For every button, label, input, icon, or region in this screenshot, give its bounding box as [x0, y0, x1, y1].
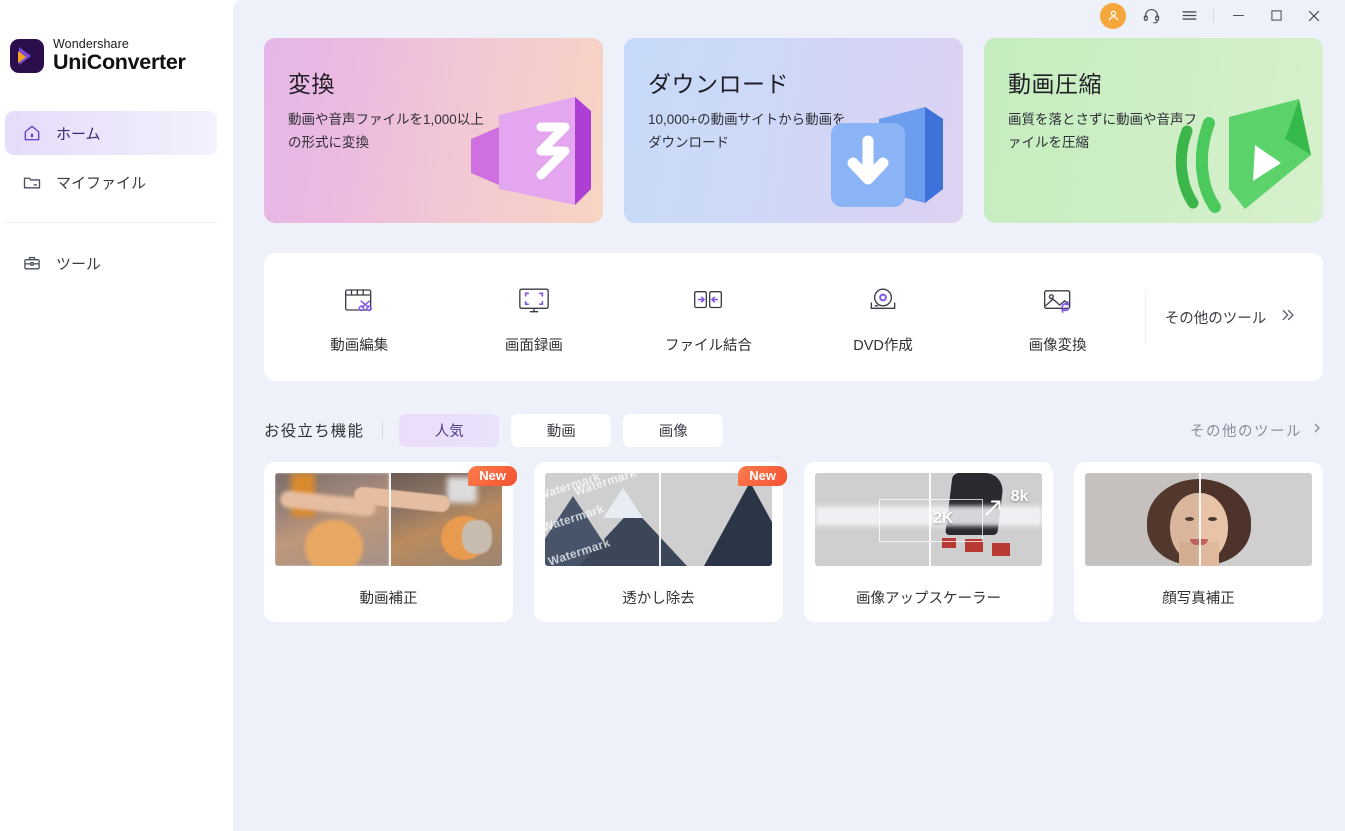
feature-card-label: 画像アップスケーラー	[856, 591, 1001, 607]
hero-card-download[interactable]: ダウンロード 10,000+の動画サイトから動画をダウンロード	[624, 38, 963, 223]
feature-card-watermark-remove[interactable]: New Watermark Watermark Watermark Waterm…	[534, 462, 787, 622]
double-chevron-right-icon	[1278, 306, 1296, 328]
dog-before-after-thumb	[275, 473, 502, 566]
user-avatar-icon[interactable]	[1100, 2, 1126, 29]
tool-dvd-burn[interactable]: DVD作成	[796, 280, 971, 355]
feature-card-label: 顔写真補正	[1162, 591, 1235, 607]
upscale-tag-low: 2K	[933, 510, 954, 528]
tool-video-edit[interactable]: 動画編集	[272, 280, 447, 355]
maximize-icon[interactable]	[1257, 0, 1295, 31]
brand-line2: UniConverter	[53, 49, 186, 74]
tab-image[interactable]: 画像	[623, 413, 724, 447]
video-camera-3d-icon	[471, 97, 591, 205]
titlebar-divider	[1213, 8, 1214, 23]
merge-files-icon	[688, 280, 728, 320]
tab-popular[interactable]: 人気	[399, 413, 500, 447]
toolbox-icon	[21, 252, 43, 274]
tools-panel: 動画編集 画面録画 ファイル結合 DVD作成 画像変換 その他のツール	[264, 253, 1323, 381]
village-upscale-thumb: 2K 8k	[815, 473, 1042, 566]
screen-record-monitor-icon	[514, 280, 554, 320]
sidebar-item-home[interactable]: ホーム	[5, 111, 217, 155]
section-title: お役立ち機能	[264, 423, 365, 440]
brand-logo-block: Wondershare UniConverter	[0, 0, 233, 73]
feature-card-label: 動画補正	[359, 591, 418, 607]
hero-card-compress[interactable]: 動画圧縮 画質を落とさずに動画や音声ファイルを圧縮	[984, 38, 1323, 223]
feature-card-label: 透かし除去	[622, 591, 695, 607]
mountain-watermark-thumb: Watermark Watermark Watermark Watermark	[545, 473, 772, 566]
video-edit-scissors-icon	[339, 280, 379, 320]
image-convert-icon	[1038, 280, 1078, 320]
sidebar-item-label: ホーム	[56, 125, 101, 143]
sidebar-item-myfiles[interactable]: マイファイル	[5, 160, 217, 204]
upscale-tag-high: 8k	[1010, 487, 1029, 505]
more-tools-button[interactable]: その他のツール	[1144, 291, 1315, 343]
app-window: Wondershare UniConverter ホーム マイファイル ツール …	[0, 0, 1345, 831]
uniconverter-logo-icon	[10, 38, 44, 73]
tool-label: 動画編集	[330, 337, 389, 354]
upscale-arrow-icon	[985, 500, 1001, 516]
section-more-tools-link[interactable]: その他のツール	[1190, 420, 1323, 441]
dvd-burn-disc-icon	[863, 280, 903, 320]
support-headset-icon[interactable]	[1132, 0, 1170, 31]
hero-card-convert[interactable]: 変換 動画や音声ファイルを1,000以上の形式に変換	[264, 38, 603, 223]
section-more-label: その他のツール	[1190, 423, 1302, 440]
sidebar-item-tools[interactable]: ツール	[5, 241, 217, 285]
feature-cards: New 動画補正 New Watermark Watermark Waterma…	[264, 462, 1323, 622]
tool-label: 画像変換	[1028, 337, 1087, 354]
hamburger-menu-icon[interactable]	[1170, 0, 1208, 31]
more-tools-label: その他のツール	[1164, 310, 1267, 327]
sidebar: Wondershare UniConverter ホーム マイファイル ツール	[0, 0, 233, 831]
sidebar-item-label: マイファイル	[56, 174, 147, 192]
tool-label: 画面録画	[504, 337, 563, 354]
sidebar-divider	[5, 222, 217, 223]
features-section-header: お役立ち機能 人気 動画 画像 その他のツール	[264, 413, 1323, 447]
titlebar	[233, 0, 1345, 31]
tool-merge-files[interactable]: ファイル結合	[621, 280, 796, 355]
compress-3d-icon	[1175, 99, 1311, 213]
main-content: 変換 動画や音声ファイルを1,000以上の形式に変換 ダウンロード 10,000…	[233, 0, 1345, 831]
minimize-icon[interactable]	[1219, 0, 1257, 31]
folder-icon	[21, 171, 43, 193]
feature-card-video-enhance[interactable]: New 動画補正	[264, 462, 517, 622]
feature-card-image-upscaler[interactable]: 2K 8k 画像アップスケーラー	[804, 462, 1053, 622]
new-badge: New	[738, 466, 787, 486]
tool-screen-record[interactable]: 画面録画	[447, 280, 622, 355]
sidebar-item-label: ツール	[56, 255, 102, 273]
hero-cards: 変換 動画や音声ファイルを1,000以上の形式に変換 ダウンロード 10,000…	[233, 31, 1345, 223]
portrait-before-after-thumb	[1085, 473, 1312, 566]
tab-video[interactable]: 動画	[511, 413, 612, 447]
close-icon[interactable]	[1295, 0, 1333, 31]
home-icon	[21, 122, 43, 144]
section-divider	[382, 421, 384, 439]
tool-label: DVD作成	[853, 337, 913, 354]
download-3d-icon	[831, 107, 943, 207]
new-badge: New	[468, 466, 517, 486]
brand-line1: Wondershare	[53, 37, 129, 51]
sidebar-nav: ホーム マイファイル ツール	[0, 111, 233, 285]
tool-image-convert[interactable]: 画像変換	[970, 280, 1145, 355]
chevron-right-icon	[1311, 422, 1323, 438]
feature-card-portrait-retouch[interactable]: 顔写真補正	[1074, 462, 1323, 622]
tool-label: ファイル結合	[664, 337, 752, 354]
